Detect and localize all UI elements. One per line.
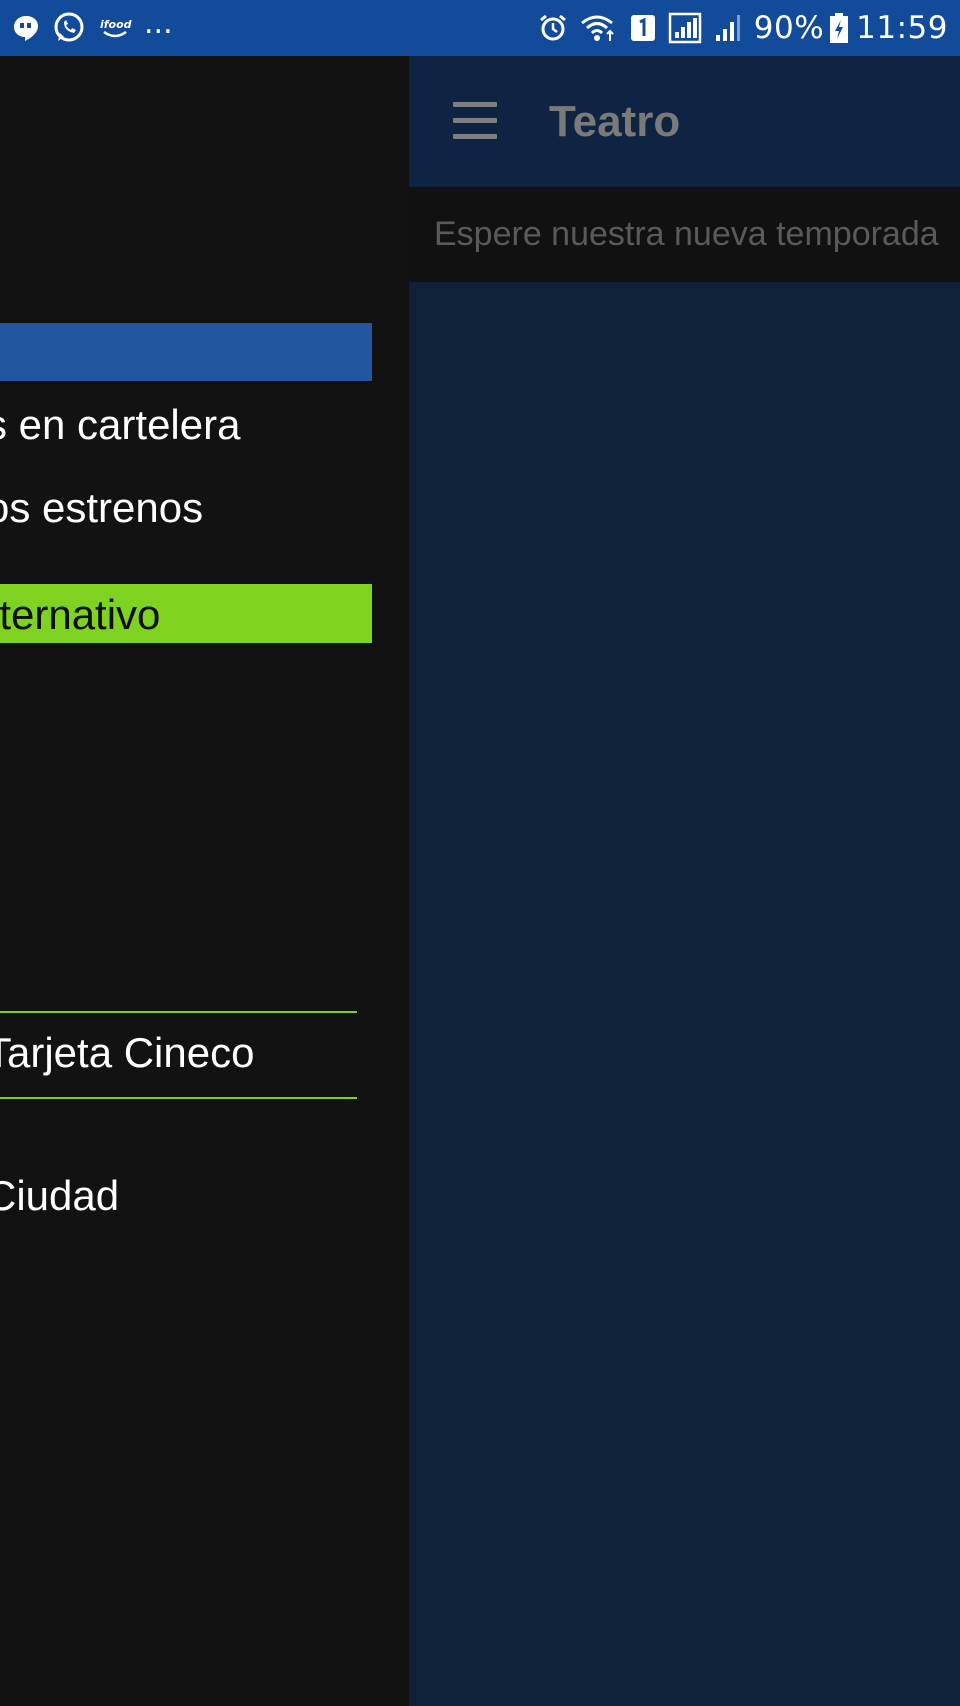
hangouts-icon xyxy=(12,14,40,42)
clock: 11:59 xyxy=(856,10,948,46)
notice-text: Espere nuestra nueva temporada xyxy=(434,215,939,253)
more-notifications: ... xyxy=(144,6,173,41)
ifood-icon: ifood xyxy=(98,16,132,40)
drawer-divider xyxy=(0,1097,357,1099)
alarm-icon xyxy=(538,13,568,43)
drawer-item-ciudad[interactable]: Ciudad xyxy=(0,1166,386,1226)
battery-percentage: 90% xyxy=(753,10,825,46)
drawer-divider xyxy=(0,1011,357,1013)
drawer-header-band xyxy=(0,323,372,381)
drawer-item-estrenos[interactable]: os estrenos xyxy=(0,478,386,538)
sim-1-icon xyxy=(630,14,656,42)
navigation-drawer: s en cartelera os estrenos lternativo Ta… xyxy=(0,56,409,1706)
drawer-item-label: Ciudad xyxy=(0,1172,120,1219)
svg-text:ifood: ifood xyxy=(100,18,132,31)
wifi-icon xyxy=(580,13,618,43)
notice-banner: Espere nuestra nueva temporada xyxy=(409,187,960,282)
battery-charging-icon xyxy=(830,13,849,43)
main-content: Teatro Espere nuestra nueva temporada xyxy=(409,56,960,1706)
drawer-item-label: s en cartelera xyxy=(0,401,241,448)
status-bar-left: ifood ... xyxy=(12,6,173,46)
status-bar-right: 90% 11:59 xyxy=(538,10,948,46)
status-bar: ifood ... 90% 11:59 xyxy=(0,0,960,56)
drawer-item-label: os estrenos xyxy=(0,484,204,531)
hamburger-menu-icon[interactable] xyxy=(453,102,497,140)
app-bar: Teatro xyxy=(409,56,960,186)
drawer-item-label: lternativo xyxy=(0,591,161,638)
signal-box-icon xyxy=(668,12,702,44)
drawer-item-label: Tarjeta Cineco xyxy=(0,1029,255,1076)
drawer-item-cartelera[interactable]: s en cartelera xyxy=(0,395,386,455)
whatsapp-icon xyxy=(52,11,86,45)
drawer-item-tarjeta-cineco[interactable]: Tarjeta Cineco xyxy=(0,1023,386,1083)
drawer-item-alternativo[interactable]: lternativo xyxy=(0,584,372,643)
signal-icon xyxy=(714,13,742,43)
page-title: Teatro xyxy=(549,97,681,146)
